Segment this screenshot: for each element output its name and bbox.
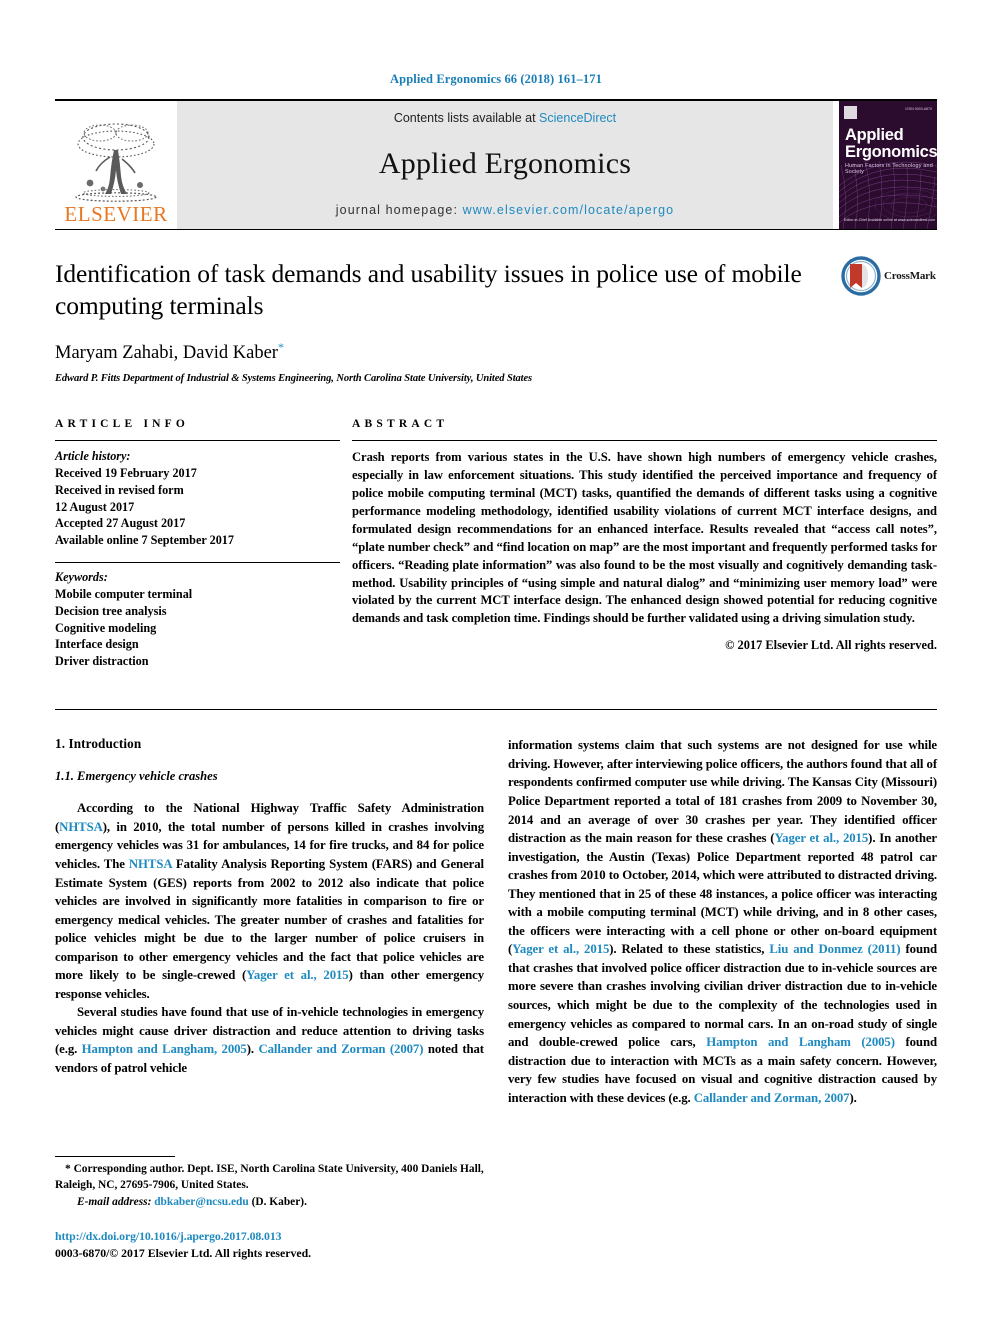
journal-article-page: Applied Ergonomics 66 (2018) 161–171 ELS… xyxy=(0,0,992,1323)
cover-subtitle: Human Factors in Technology and Society xyxy=(845,163,933,175)
author-names: Maryam Zahabi, David Kaber xyxy=(55,343,278,364)
elsevier-wordmark: ELSEVIER xyxy=(64,202,168,226)
journal-masthead: ELSEVIER Contents lists available at Sci… xyxy=(55,99,937,229)
doi-block: http://dx.doi.org/10.1016/j.apergo.2017.… xyxy=(55,1229,495,1261)
citation-link[interactable]: Liu and Donmez (2011) xyxy=(769,942,900,956)
article-info-rule xyxy=(55,440,340,442)
footnote-marker: * xyxy=(65,1163,71,1176)
article-info-column: ARTICLE INFO Article history: Received 1… xyxy=(55,418,340,669)
sciencedirect-link[interactable]: ScienceDirect xyxy=(539,111,616,125)
crossmark-icon xyxy=(841,256,881,296)
citation-link[interactable]: Callander and Zorman, 2007 xyxy=(694,1091,850,1105)
footnote-rule xyxy=(55,1156,175,1158)
author-list: Maryam Zahabi, David Kaber* xyxy=(55,340,937,364)
abstract-copyright: © 2017 Elsevier Ltd. All rights reserved… xyxy=(725,638,937,653)
journal-homepage-line: journal homepage: www.elsevier.com/locat… xyxy=(336,203,674,217)
homepage-label: journal homepage: xyxy=(335,203,463,217)
corresponding-author-note: * Corresponding author. Dept. ISE, North… xyxy=(55,1162,495,1193)
keyword-item: Mobile computer terminal xyxy=(55,587,193,602)
info-abstract-region: ARTICLE INFO Article history: Received 1… xyxy=(55,418,937,669)
cover-title-line1: Applied xyxy=(845,126,904,144)
citation-link[interactable]: Yager et al., 2015 xyxy=(774,831,868,845)
history-item: Available online 7 September 2017 xyxy=(55,532,234,547)
text-run: information systems claim that such syst… xyxy=(508,738,937,846)
email-link[interactable]: dbkaber@ncsu.edu xyxy=(154,1196,248,1208)
paragraph: According to the National Highway Traffi… xyxy=(55,799,484,1003)
contents-prefix-text: Contents lists available at xyxy=(393,111,540,125)
text-run: ). Related to these statistics, xyxy=(609,942,770,957)
citation-link[interactable]: Yager et al., 2015 xyxy=(512,942,609,956)
subsection-heading-emergency-vehicle-crashes: 1.1. Emergency vehicle crashes xyxy=(55,769,218,784)
citation-link[interactable]: Hampton and Langham (2005) xyxy=(706,1035,895,1049)
article-body: 1. Introduction 1.1. Emergency vehicle c… xyxy=(55,736,937,1166)
paragraph: Several studies have found that use of i… xyxy=(55,1003,484,1077)
contents-available-line: Contents lists available at ScienceDirec… xyxy=(394,111,616,125)
citation-link[interactable]: Yager et al., 2015 xyxy=(246,968,349,982)
keyword-item: Decision tree analysis xyxy=(55,603,167,618)
keywords-rule xyxy=(55,562,340,564)
journal-banner: Contents lists available at ScienceDirec… xyxy=(177,101,833,229)
history-item: 12 August 2017 xyxy=(55,499,135,514)
email-label: E-mail address: xyxy=(77,1196,152,1209)
keyword-item: Cognitive modeling xyxy=(55,620,157,635)
text-run: Fatality Analysis Reporting System (FARS… xyxy=(55,856,484,983)
history-item: Received in revised form xyxy=(55,483,184,497)
doi-link[interactable]: http://dx.doi.org/10.1016/j.apergo.2017.… xyxy=(55,1229,495,1244)
cover-elsevier-mark xyxy=(844,106,857,119)
cover-title: Applied Ergonomics xyxy=(845,127,937,161)
email-note: E-mail address: dbkaber@ncsu.edu (D. Kab… xyxy=(55,1195,495,1211)
abstract-rule xyxy=(352,440,937,442)
body-left-column: 1. Introduction 1.1. Emergency vehicle c… xyxy=(55,736,484,1166)
citation-link[interactable]: NHTSA xyxy=(129,857,172,871)
author-affiliation: Edward P. Fitts Department of Industrial… xyxy=(55,373,533,385)
abstract-text: Crash reports from various states in the… xyxy=(352,450,937,626)
section-heading-introduction: 1. Introduction xyxy=(55,736,142,752)
text-run: ). xyxy=(246,1042,259,1057)
article-info-heading: ARTICLE INFO xyxy=(55,418,190,431)
email-owner: (D. Kaber). xyxy=(251,1196,307,1209)
citation-link[interactable]: NHTSA xyxy=(59,820,103,834)
elsevier-logo: ELSEVIER xyxy=(55,101,177,229)
corresponding-author-marker: * xyxy=(277,340,284,355)
issn-copyright-line: 0003-6870/© 2017 Elsevier Ltd. All right… xyxy=(55,1246,312,1260)
cover-footer-text: Editor-in-Chief Available online at www.… xyxy=(844,217,936,222)
abstract-heading: ABSTRACT xyxy=(352,418,449,431)
keyword-item: Interface design xyxy=(55,637,139,652)
running-head: Applied Ergonomics 66 (2018) 161–171 xyxy=(390,72,602,86)
keyword-item: Driver distraction xyxy=(55,653,149,668)
elsevier-tree-icon xyxy=(75,123,157,202)
text-run: found that crashes that involved police … xyxy=(508,942,937,1050)
article-history-label: Article history: xyxy=(55,449,131,464)
body-separator-rule xyxy=(55,709,937,711)
cover-corner-text: ISSN 0003-6870 xyxy=(905,107,932,111)
journal-cover-thumbnail: ISSN 0003-6870 Applied Ergonomics Human … xyxy=(839,101,937,229)
text-run: ). In another investigation, the Austin … xyxy=(508,831,937,957)
body-right-column: information systems claim that such syst… xyxy=(508,736,937,1166)
page-title: Identification of task demands and usabi… xyxy=(55,259,802,321)
crossmark-label: CrossMark xyxy=(884,270,936,282)
footnote-region: * Corresponding author. Dept. ISE, North… xyxy=(55,1156,495,1261)
article-title-block: Identification of task demands and usabi… xyxy=(55,229,937,384)
citation-link[interactable]: Hampton and Langham, 2005 xyxy=(82,1042,247,1056)
crossmark-badge[interactable]: CrossMark xyxy=(841,254,937,298)
keywords-label: Keywords: xyxy=(55,570,108,585)
history-item: Accepted 27 August 2017 xyxy=(55,516,186,531)
abstract-column: ABSTRACT Crash reports from various stat… xyxy=(340,418,937,669)
history-item: Received 19 February 2017 xyxy=(55,466,197,481)
citation-link[interactable]: Callander and Zorman (2007) xyxy=(258,1042,423,1056)
footnote-text: Corresponding author. Dept. ISE, North C… xyxy=(55,1163,484,1191)
cover-title-line2: Ergonomics xyxy=(845,142,937,161)
journal-title: Applied Ergonomics xyxy=(378,147,632,180)
text-run: ). xyxy=(849,1090,857,1105)
journal-homepage-link[interactable]: www.elsevier.com/locate/apergo xyxy=(463,203,675,217)
paragraph: information systems claim that such syst… xyxy=(508,736,937,1107)
keywords-block: Keywords: Mobile computer terminal Decis… xyxy=(55,562,340,669)
